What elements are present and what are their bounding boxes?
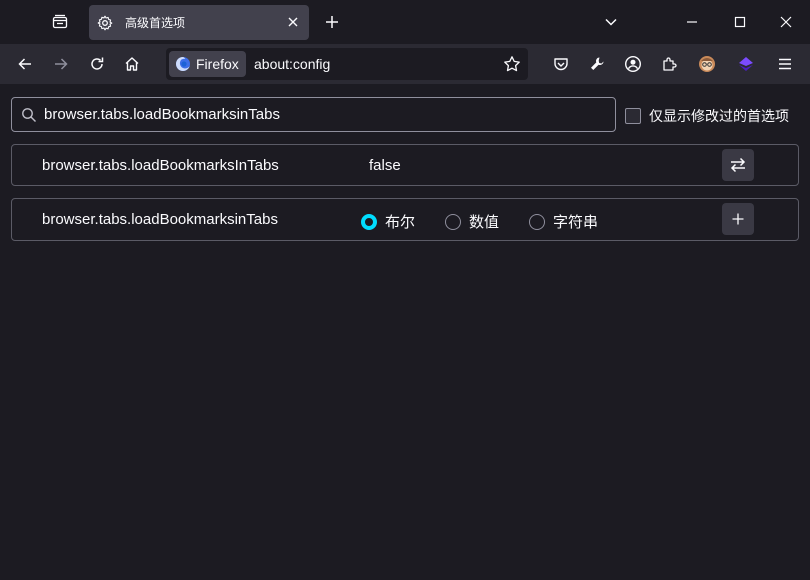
radio-dot[interactable] [445,213,461,230]
tab-list-icon[interactable] [44,6,76,38]
close-icon [780,16,792,28]
avatar-extension-icon [699,56,715,72]
extensions-button[interactable] [653,48,685,80]
add-icon [732,213,744,225]
toggle-icon [730,157,746,173]
reload-icon [91,57,104,70]
firefox-logo-icon [176,57,190,71]
home-button[interactable] [116,48,148,80]
navigation-toolbar: Firefox about:config [0,44,810,84]
url-text[interactable]: about:config [254,56,330,72]
radio-dot-checked[interactable] [361,213,377,230]
purple-extension-icon [739,57,753,71]
pref-name: browser.tabs.loadBookmarksinTabs [42,211,278,228]
identity-label: Firefox [196,56,239,72]
checkbox-box[interactable] [625,108,641,124]
minimize-button[interactable] [676,6,708,38]
extensions-icon [663,57,677,71]
tab-strip: 高级首选项 [0,0,810,44]
forward-button[interactable] [45,48,77,80]
type-number-radio[interactable]: 数值 [445,211,499,232]
new-pref-row: browser.tabs.loadBookmarksinTabs 布尔 数值 字… [11,198,799,241]
app-menu-button[interactable] [769,48,801,80]
show-modified-only-checkbox[interactable]: 仅显示修改过的首选项 [625,106,789,126]
close-icon[interactable] [285,14,301,30]
pref-search-box[interactable] [11,97,616,132]
pocket-icon [554,58,568,71]
identity-box[interactable]: Firefox [169,51,246,77]
tab-title: 高级首选项 [125,16,186,30]
back-icon [18,58,31,70]
plus-icon [326,16,338,28]
maximize-icon [734,16,746,28]
about-config-page: 仅显示修改过的首选项 browser.tabs.loadBookmarksInT… [0,84,810,580]
menu-icon [779,58,791,70]
radio-dot[interactable] [529,213,545,230]
close-window-button[interactable] [770,6,802,38]
list-all-tabs-button[interactable] [595,6,627,38]
checkbox-label: 仅显示修改过的首选项 [649,108,789,124]
minimize-icon [687,21,697,23]
radio-label: 布尔 [385,214,416,231]
pref-value[interactable]: false [369,157,401,174]
add-pref-button[interactable] [722,203,754,235]
account-button[interactable] [617,48,649,80]
avatar-extension-button[interactable] [691,48,723,80]
star-icon [504,56,520,72]
url-bar[interactable]: Firefox about:config [166,48,528,80]
type-boolean-radio[interactable]: 布尔 [361,211,415,232]
home-icon [125,57,139,71]
pref-name: browser.tabs.loadBookmarksInTabs [42,157,279,174]
pref-search-input[interactable] [44,98,604,131]
wrench-icon [591,57,604,70]
type-string-radio[interactable]: 字符串 [529,211,598,232]
maximize-button[interactable] [724,6,756,38]
purple-extension-button[interactable] [730,48,762,80]
chevron-down-icon [605,18,617,26]
search-icon [22,108,36,122]
reload-button[interactable] [81,48,113,80]
tab-about-config[interactable]: 高级首选项 [89,5,309,40]
account-icon [624,55,642,73]
gear-icon [97,15,113,31]
radio-label: 字符串 [553,214,599,231]
radio-label: 数值 [469,214,500,231]
new-tab-button[interactable] [316,6,348,38]
back-button[interactable] [9,48,41,80]
pref-row: browser.tabs.loadBookmarksInTabs false [11,144,799,186]
pocket-button[interactable] [545,48,577,80]
forward-icon [55,58,68,70]
bookmark-star-button[interactable] [500,52,524,76]
developer-tools-button[interactable] [581,48,613,80]
toggle-button[interactable] [722,149,754,181]
